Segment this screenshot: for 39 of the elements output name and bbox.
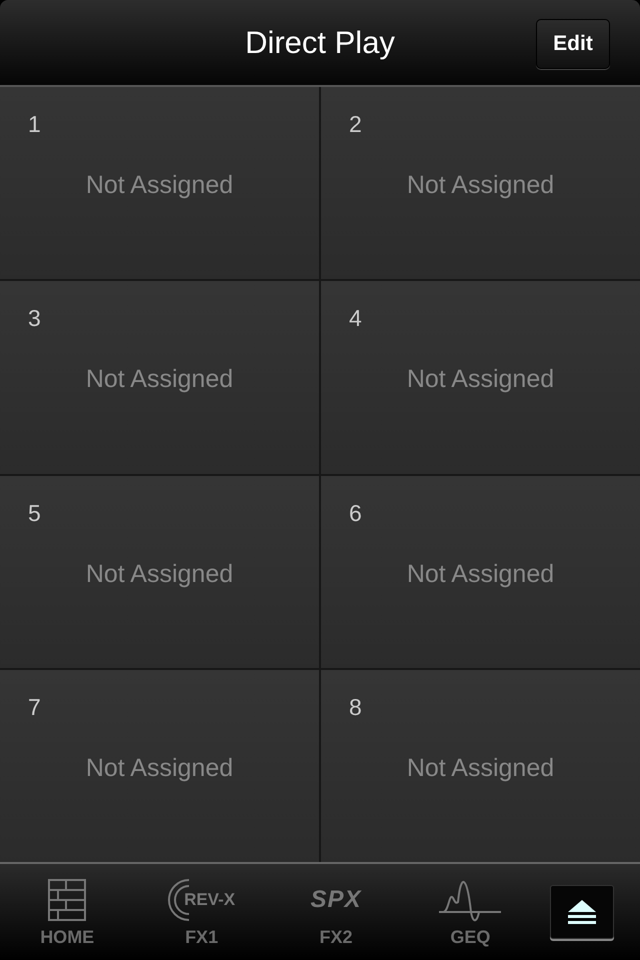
slot-label: Not Assigned [86, 754, 234, 783]
tab-label: GEQ [450, 926, 490, 948]
slot-label: Not Assigned [406, 171, 554, 200]
spx-logo: SPX [310, 886, 362, 914]
slot-label: Not Assigned [86, 560, 234, 588]
play-slot[interactable]: 6 Not Assigned [321, 476, 640, 668]
revx-logo: REV-X [184, 890, 236, 910]
grid-icon [48, 878, 86, 920]
tab[interactable]: REV-X FX1 [146, 872, 257, 952]
play-slot[interactable]: 8 Not Assigned [321, 670, 640, 862]
play-slot[interactable]: 7 Not Assigned [0, 670, 319, 862]
tab-label: FX1 [185, 926, 218, 948]
tab[interactable]: SPX FX2 [280, 872, 391, 952]
slot-number: 3 [28, 305, 41, 332]
tab-label: FX2 [319, 926, 352, 948]
play-slot[interactable]: 4 Not Assigned [321, 281, 640, 474]
slot-number: 2 [349, 111, 362, 138]
slot-number: 8 [349, 694, 362, 721]
eject-tab[interactable] [550, 885, 614, 939]
slot-number: 5 [28, 500, 41, 526]
slot-label: Not Assigned [406, 365, 554, 394]
play-slot[interactable]: 1 Not Assigned [0, 87, 319, 280]
slot-number: 4 [349, 305, 362, 332]
tab[interactable]: HOME [12, 872, 122, 952]
slot-label: Not Assigned [406, 560, 554, 588]
edit-button[interactable]: Edit [536, 19, 610, 69]
tab[interactable]: GEQ [415, 872, 526, 952]
slot-number: 1 [28, 111, 41, 138]
play-slot[interactable]: 3 Not Assigned [0, 281, 319, 474]
play-slot[interactable]: 5 Not Assigned [0, 476, 319, 668]
slot-number: 7 [28, 694, 41, 721]
slot-label: Not Assigned [86, 171, 234, 200]
eject-icon [566, 899, 597, 925]
slot-label: Not Assigned [406, 754, 554, 783]
slot-label: Not Assigned [86, 365, 234, 394]
play-slot[interactable]: 2 Not Assigned [321, 87, 640, 280]
tab-label: HOME [40, 926, 94, 948]
screen-title: Direct Play [245, 24, 395, 60]
slot-number: 6 [349, 500, 362, 526]
